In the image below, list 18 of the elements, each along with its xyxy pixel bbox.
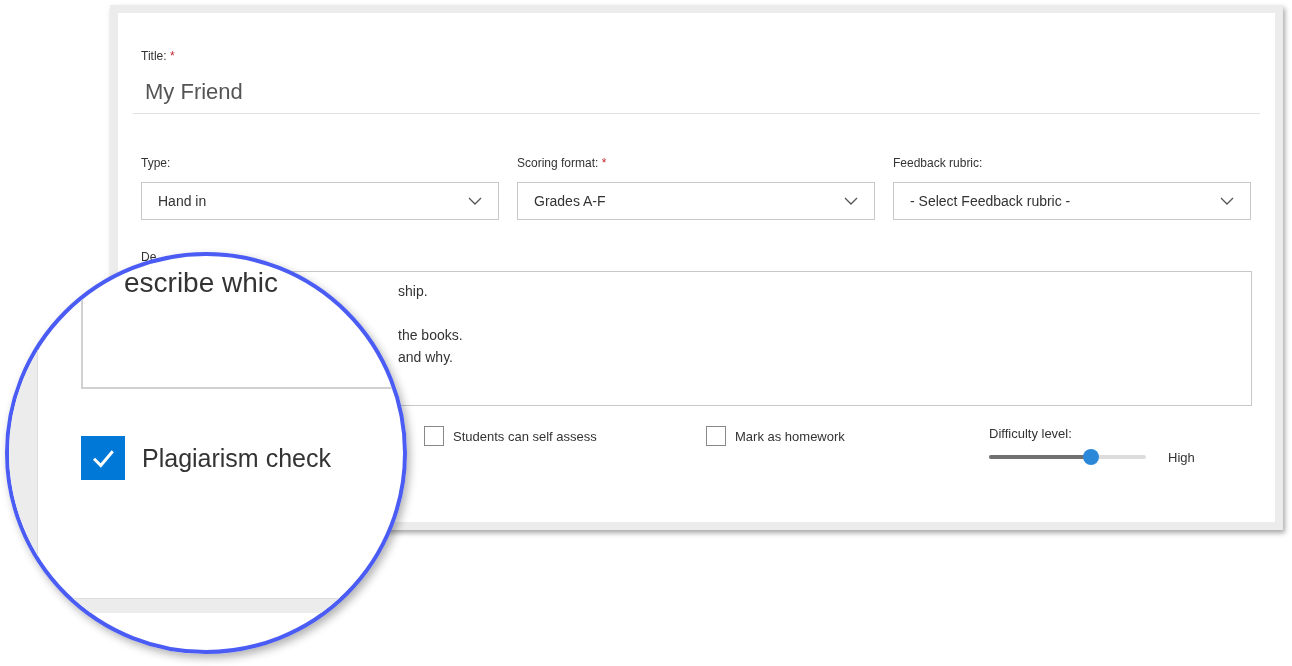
field-label: Type:	[141, 156, 172, 170]
field-label: Difficulty level:	[989, 426, 1073, 441]
chevron-down-icon	[844, 197, 858, 205]
dropdown[interactable]: Hand in	[141, 182, 499, 220]
field-label: Title: *	[141, 49, 176, 63]
field-label: Feedback rubric:	[893, 156, 984, 170]
chevron-down-icon	[1220, 197, 1234, 205]
title-field[interactable]: My Friend	[145, 79, 243, 105]
field-label: Scoring format: *	[517, 156, 608, 170]
dropdown[interactable]: Grades A-F	[517, 182, 875, 220]
slider-thumb[interactable]	[1083, 449, 1100, 465]
checkbox[interactable]: Students can self assess	[424, 426, 706, 446]
dropdown[interactable]: - Select Feedback rubric -	[893, 182, 1251, 220]
chevron-down-icon	[468, 197, 482, 205]
difficulty-slider[interactable]	[989, 449, 1146, 465]
checkbox[interactable]: Plagiarism check	[81, 436, 331, 480]
checkbox[interactable]: Mark as homework	[706, 426, 989, 446]
slider-value: High	[1168, 449, 1195, 465]
